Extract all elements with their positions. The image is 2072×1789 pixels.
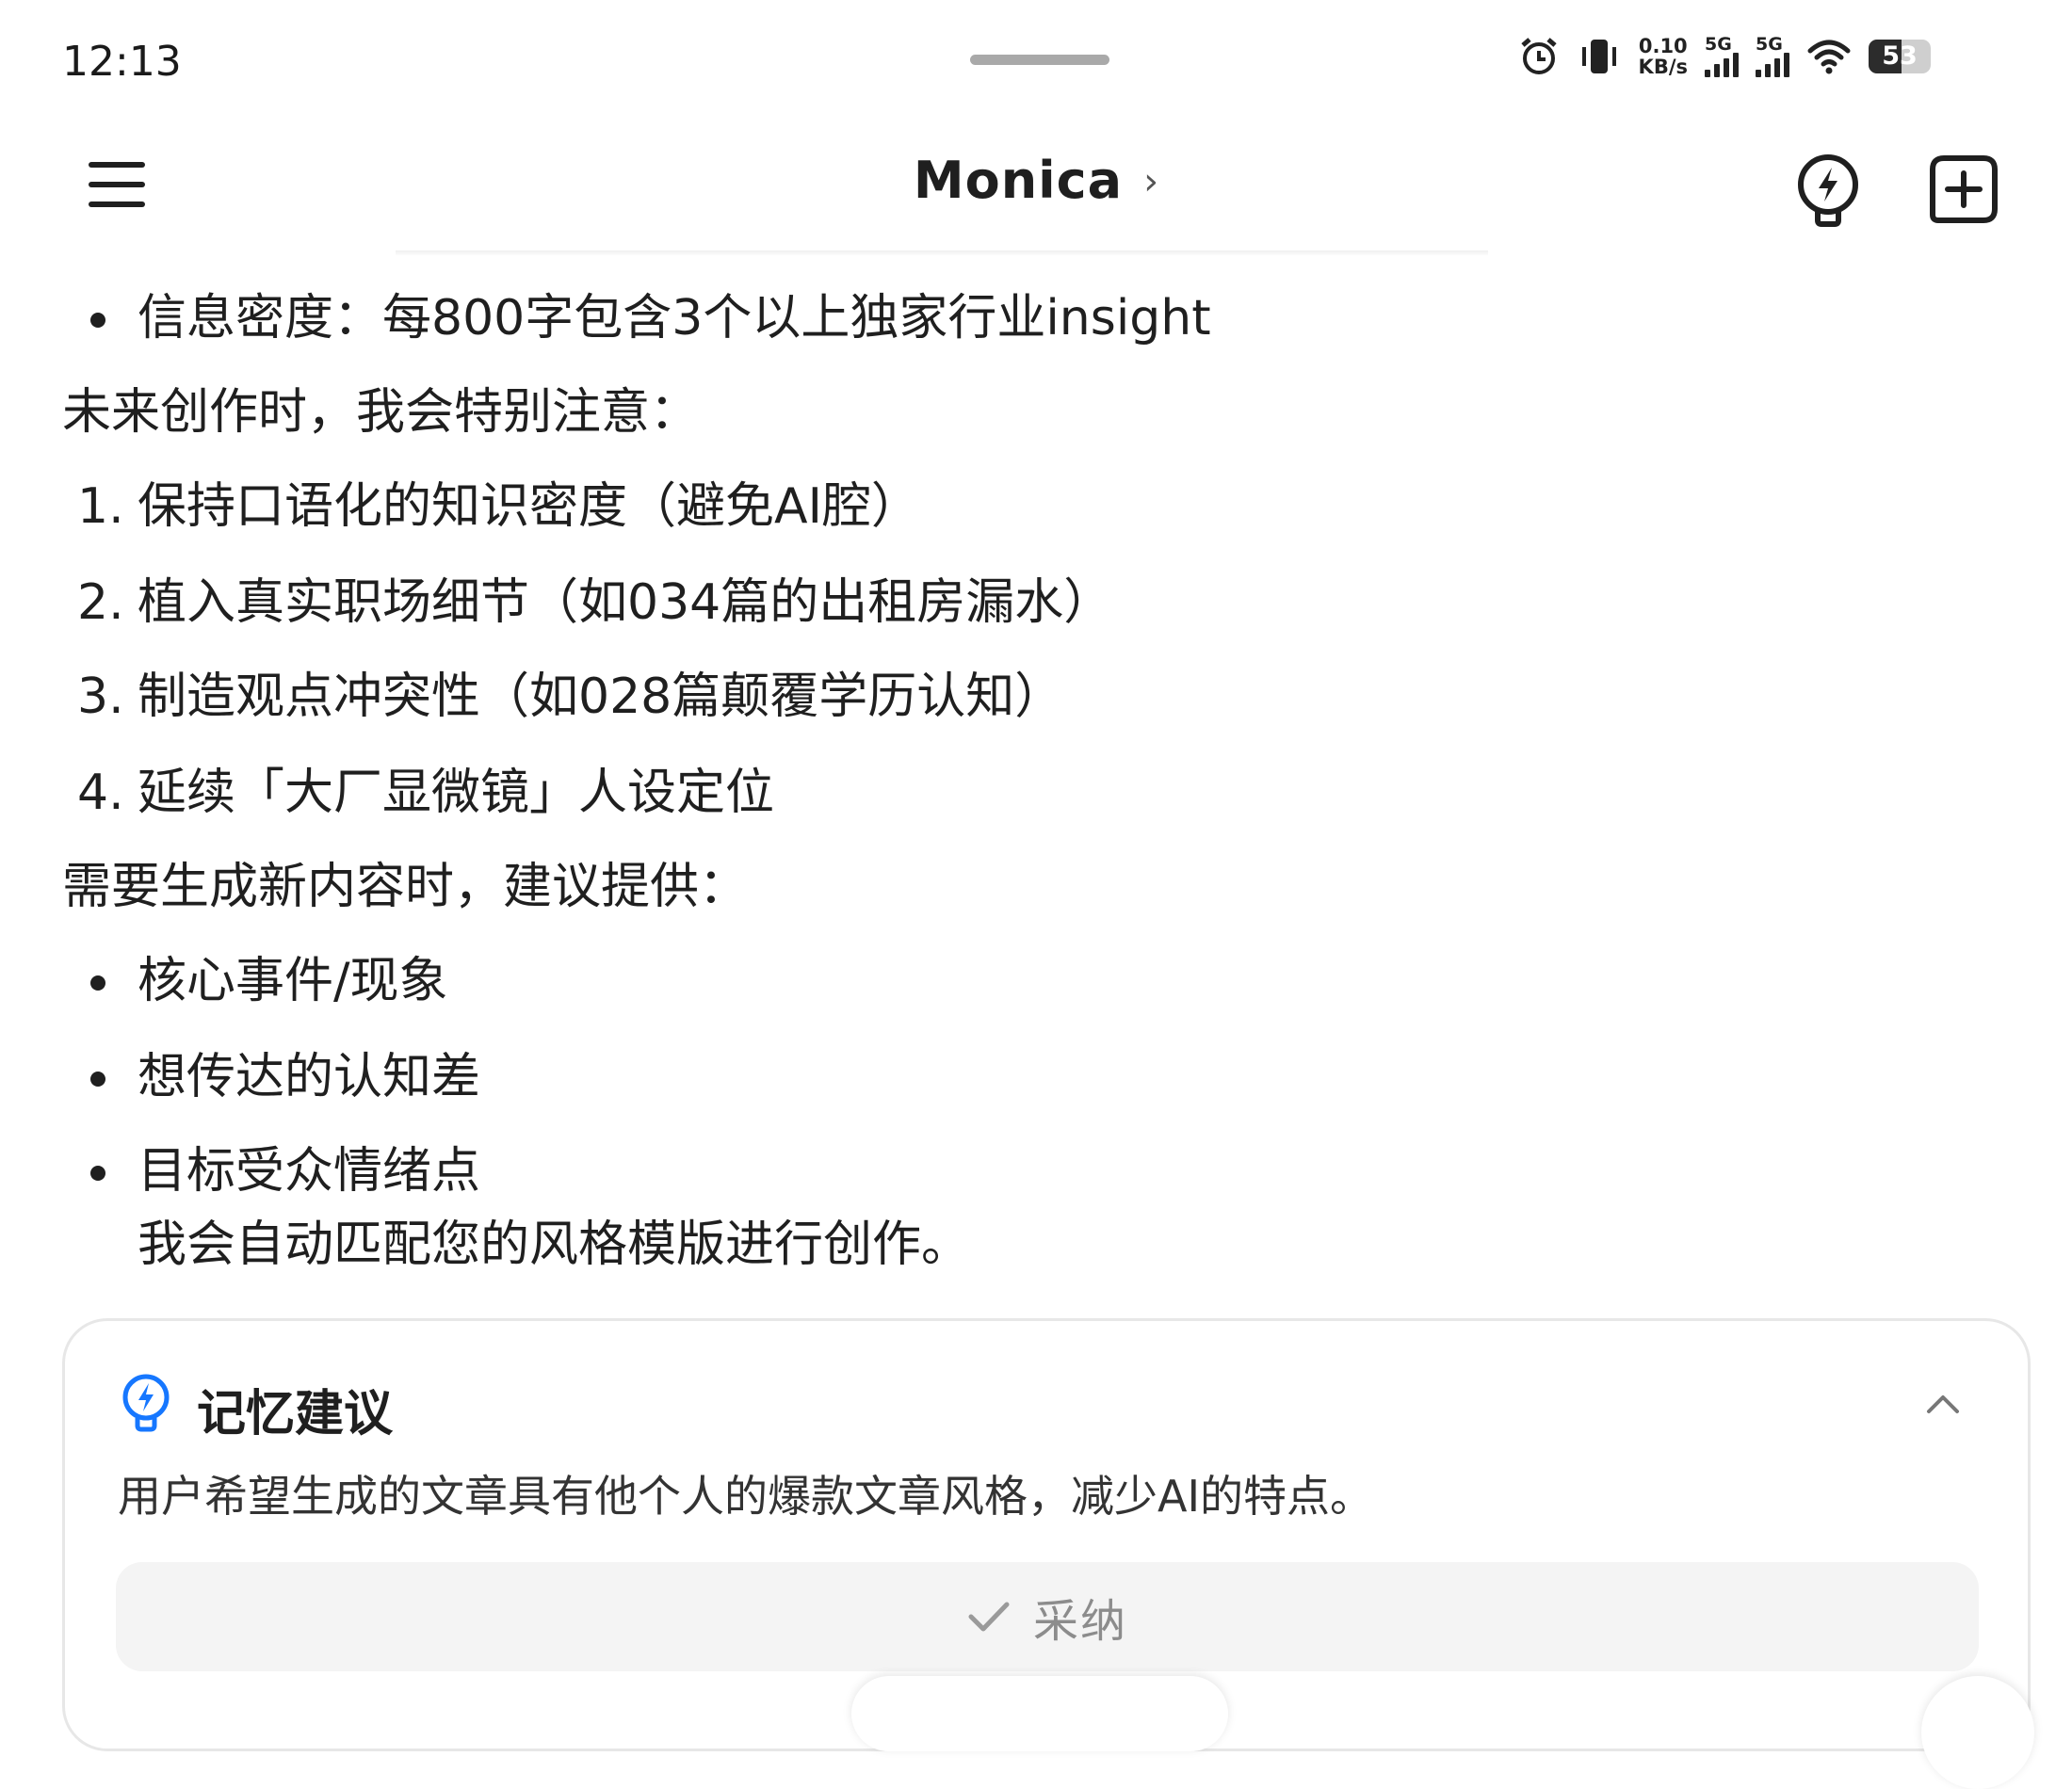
list-number: 4.: [77, 765, 124, 821]
app-title[interactable]: Monica: [914, 151, 1123, 210]
check-icon: [968, 1602, 1010, 1632]
bullet-dot: [90, 313, 105, 328]
header-divider: [396, 250, 1488, 256]
signal-sim2: 5G: [1756, 36, 1789, 77]
net-speed-unit: KB/s: [1638, 56, 1688, 78]
signal-icon: [1756, 53, 1789, 77]
net-speed: 0.10 KB/s: [1639, 36, 1688, 77]
alarm-icon: [1520, 38, 1557, 74]
signal-icon: [1705, 53, 1739, 77]
wifi-icon: [1807, 40, 1851, 74]
paragraph: 需要生成新内容时，建议提供：: [62, 859, 749, 915]
list-item: 延续「大厂显微镜」人设定位: [138, 765, 775, 821]
chevron-right-icon: ›: [1143, 160, 1159, 203]
bolt-icon: [1798, 154, 1858, 227]
title-area[interactable]: Monica ›: [0, 151, 2072, 210]
sim2-label: 5G: [1756, 34, 1783, 55]
list-number: 1.: [77, 478, 124, 535]
status-icons: 0.10 KB/s 5G 5G 53: [1518, 36, 1931, 77]
status-time: 12:13: [62, 38, 182, 86]
list-item: 核心事件/现象: [138, 953, 448, 1009]
list-item: 制造观点冲突性（如028篇颠覆学历认知）: [138, 669, 1064, 725]
card-title: 记忆建议: [197, 1386, 394, 1442]
input-pill[interactable]: [851, 1676, 1228, 1751]
bolt-button[interactable]: [1789, 151, 1867, 228]
list-item: 目标受众情绪点: [138, 1143, 481, 1200]
net-speed-value: 0.10: [1638, 35, 1688, 57]
list-item: 想传达的认知差: [138, 1049, 481, 1105]
list-number: 3.: [77, 669, 124, 725]
drag-handle[interactable]: [970, 55, 1109, 65]
adopt-label: 采纳: [1032, 1595, 1127, 1648]
adopt-button[interactable]: 采纳: [116, 1562, 1979, 1671]
list-number: 2.: [77, 574, 124, 631]
new-chat-button[interactable]: [1925, 151, 2002, 228]
bullet-dot: [90, 1166, 105, 1181]
memory-bolt-icon: [122, 1374, 170, 1432]
bullet-dot: [90, 1072, 105, 1087]
list-item: 植入真实职场细节（如034篇的出租房漏水）: [138, 574, 1113, 631]
floating-button[interactable]: [1921, 1676, 2034, 1789]
card-description: 用户希望生成的文章具有他个人的爆款文章风格，减少AI的特点。: [118, 1471, 1374, 1522]
chevron-up-icon[interactable]: [1926, 1393, 1960, 1415]
sim1-label: 5G: [1705, 34, 1732, 55]
battery-level: 53: [1882, 41, 1918, 71]
paragraph: 未来创作时，我会特别注意：: [62, 384, 700, 441]
bullet-dot: [90, 975, 105, 991]
signal-sim1: 5G: [1705, 36, 1739, 77]
battery-icon: 53: [1869, 40, 1931, 73]
list-item: 保持口语化的知识密度（避免AI腔）: [138, 478, 920, 535]
list-item: 信息密度：每800字包含3个以上独家行业insight: [138, 290, 1211, 347]
new-chat-icon: [1930, 155, 1998, 223]
vibrate-icon: [1581, 40, 1616, 73]
closing-text: 我会自动匹配您的风格模版进行创作。: [138, 1217, 971, 1273]
